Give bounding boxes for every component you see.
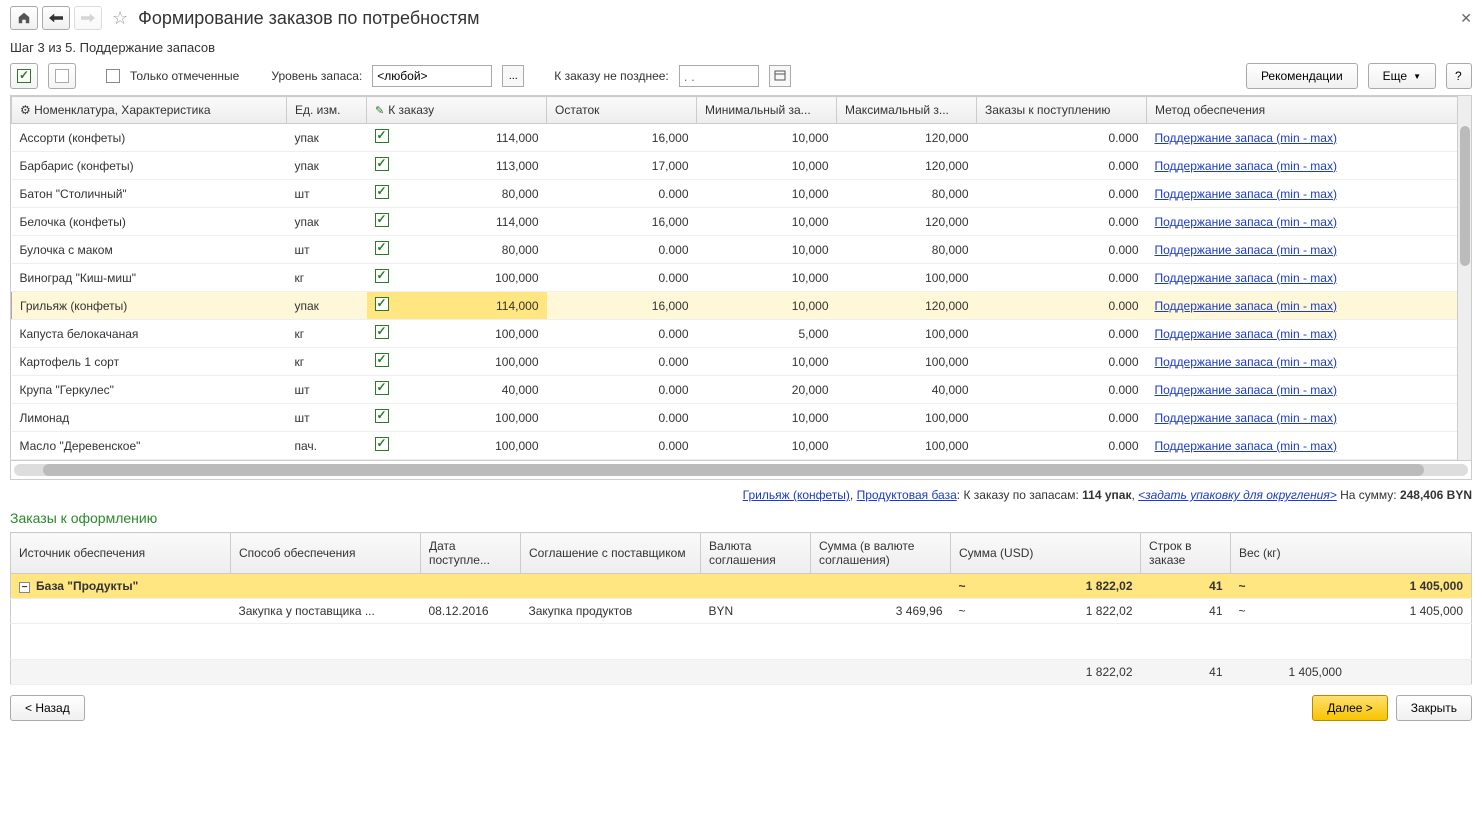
- table-row[interactable]: Картофель 1 сорткг100,0000.00010,000100,…: [12, 348, 1471, 376]
- info-base-link[interactable]: Продуктовая база: [857, 488, 957, 502]
- home-button[interactable]: [10, 6, 38, 30]
- info-sum: 248,406 BYN: [1400, 488, 1472, 502]
- method-link[interactable]: Поддержание запаса (min - max): [1155, 299, 1337, 313]
- orders-row[interactable]: Закупка у поставщика ... 08.12.2016 Заку…: [11, 599, 1472, 624]
- table-row[interactable]: Капуста белокачанаякг100,0000.0005,00010…: [12, 320, 1471, 348]
- check-all-button[interactable]: [10, 63, 38, 89]
- table-row[interactable]: Масло "Деревенское"пач.100,0000.00010,00…: [12, 432, 1471, 460]
- favorite-icon[interactable]: ☆: [112, 8, 128, 29]
- col-nomenclature[interactable]: ⚙ Номенклатура, Характеристика: [12, 97, 287, 124]
- table-row[interactable]: Булочка с макомшт80,0000.00010,00080,000…: [12, 236, 1471, 264]
- gear-icon: ⚙: [20, 103, 31, 117]
- row-checkbox: [375, 409, 389, 423]
- horizontal-scrollbar[interactable]: [10, 461, 1472, 480]
- only-checked-checkbox[interactable]: [106, 69, 120, 83]
- info-summary: Грильяж (конфеты), Продуктовая база: К з…: [10, 488, 1472, 502]
- method-link[interactable]: Поддержание запаса (min - max): [1155, 327, 1337, 341]
- recommendations-button[interactable]: Рекомендации: [1246, 63, 1358, 89]
- method-link[interactable]: Поддержание запаса (min - max): [1155, 131, 1337, 145]
- row-checkbox: [375, 241, 389, 255]
- stock-level-label: Уровень запаса:: [271, 69, 362, 83]
- order-by-date-input[interactable]: [679, 65, 759, 87]
- forward-button[interactable]: [74, 6, 102, 30]
- only-checked-label: Только отмеченные: [130, 69, 239, 83]
- orders-section-title: Заказы к оформлению: [10, 510, 1472, 526]
- calendar-button[interactable]: [769, 65, 791, 87]
- row-checkbox: [375, 269, 389, 283]
- table-row[interactable]: Белочка (конфеты)упак114,00016,00010,000…: [12, 208, 1471, 236]
- help-button[interactable]: ?: [1446, 63, 1472, 89]
- ocol-agree[interactable]: Соглашение с поставщиком: [521, 533, 701, 574]
- row-checkbox: [375, 437, 389, 451]
- stock-level-picker-button[interactable]: ...: [502, 65, 524, 87]
- method-link[interactable]: Поддержание запаса (min - max): [1155, 159, 1337, 173]
- stock-level-select[interactable]: [372, 65, 492, 87]
- info-pack-link[interactable]: <задать упаковку для округления>: [1138, 488, 1337, 502]
- collapse-icon[interactable]: −: [19, 582, 30, 593]
- back-step-button[interactable]: < Назад: [10, 695, 85, 721]
- method-link[interactable]: Поддержание запаса (min - max): [1155, 215, 1337, 229]
- step-indicator: Шаг 3 из 5. Поддержание запасов: [10, 40, 1472, 55]
- orders-footer-row: 1 822,02 41 1 405,000: [11, 660, 1472, 685]
- ocol-lines[interactable]: Строк в заказе: [1141, 533, 1231, 574]
- row-checkbox: [375, 185, 389, 199]
- col-min[interactable]: Минимальный за...: [697, 97, 837, 124]
- row-checkbox: [375, 381, 389, 395]
- orders-table: Источник обеспечения Способ обеспечения …: [10, 532, 1472, 685]
- method-link[interactable]: Поддержание запаса (min - max): [1155, 271, 1337, 285]
- table-row[interactable]: Ассорти (конфеты)упак114,00016,00010,000…: [12, 124, 1471, 152]
- back-button[interactable]: [42, 6, 70, 30]
- col-method[interactable]: Метод обеспечения: [1147, 97, 1471, 124]
- table-row[interactable]: Батон "Столичный"шт80,0000.00010,00080,0…: [12, 180, 1471, 208]
- col-to-order[interactable]: ✎К заказу: [367, 97, 547, 124]
- col-rest[interactable]: Остаток: [547, 97, 697, 124]
- row-checkbox: [375, 129, 389, 143]
- page-title: Формирование заказов по потребностям: [138, 8, 479, 29]
- pencil-icon: ✎: [375, 105, 384, 117]
- method-link[interactable]: Поддержание запаса (min - max): [1155, 355, 1337, 369]
- ocol-date[interactable]: Дата поступле...: [421, 533, 521, 574]
- orders-group-row[interactable]: −База "Продукты" ~ 1 822,02 41 ~ 1 405,0…: [11, 574, 1472, 599]
- more-menu-button[interactable]: Еще ▼: [1368, 63, 1436, 89]
- items-table: ⚙ Номенклатура, Характеристика Ед. изм. …: [10, 95, 1472, 461]
- method-link[interactable]: Поддержание запаса (min - max): [1155, 439, 1337, 453]
- ocol-weight[interactable]: Вес (кг): [1231, 533, 1472, 574]
- ocol-src[interactable]: Источник обеспечения: [11, 533, 231, 574]
- row-checkbox: [375, 353, 389, 367]
- next-step-button[interactable]: Далее >: [1312, 695, 1388, 721]
- info-qty: 114 упак: [1082, 488, 1131, 502]
- col-unit[interactable]: Ед. изм.: [287, 97, 367, 124]
- ocol-curr[interactable]: Валюта соглашения: [701, 533, 811, 574]
- vertical-scrollbar[interactable]: [1457, 96, 1471, 460]
- table-row[interactable]: Виноград "Киш-миш"кг100,0000.00010,00010…: [12, 264, 1471, 292]
- row-checkbox: [375, 157, 389, 171]
- close-icon[interactable]: ✕: [1460, 10, 1472, 27]
- ocol-method[interactable]: Способ обеспечения: [231, 533, 421, 574]
- method-link[interactable]: Поддержание запаса (min - max): [1155, 383, 1337, 397]
- ocol-sum-curr[interactable]: Сумма (в валюте соглашения): [811, 533, 951, 574]
- row-checkbox: [375, 297, 389, 311]
- ocol-sum-usd[interactable]: Сумма (USD): [951, 533, 1141, 574]
- method-link[interactable]: Поддержание запаса (min - max): [1155, 187, 1337, 201]
- table-row[interactable]: Лимонадшт100,0000.00010,000100,0000.000П…: [12, 404, 1471, 432]
- col-max[interactable]: Максимальный з...: [837, 97, 977, 124]
- method-link[interactable]: Поддержание запаса (min - max): [1155, 411, 1337, 425]
- close-button[interactable]: Закрыть: [1396, 695, 1472, 721]
- order-by-label: К заказу не позднее:: [554, 69, 668, 83]
- row-checkbox: [375, 325, 389, 339]
- uncheck-all-button[interactable]: [48, 63, 76, 89]
- col-incoming[interactable]: Заказы к поступлению: [977, 97, 1147, 124]
- table-row[interactable]: Грильяж (конфеты)упак114,00016,00010,000…: [12, 292, 1471, 320]
- method-link[interactable]: Поддержание запаса (min - max): [1155, 243, 1337, 257]
- info-item-link[interactable]: Грильяж (конфеты): [743, 488, 850, 502]
- orders-empty-row: [11, 624, 1472, 660]
- chevron-down-icon: ▼: [1413, 72, 1421, 81]
- table-row[interactable]: Барбарис (конфеты)упак113,00017,00010,00…: [12, 152, 1471, 180]
- row-checkbox: [375, 213, 389, 227]
- table-row[interactable]: Крупа "Геркулес"шт40,0000.00020,00040,00…: [12, 376, 1471, 404]
